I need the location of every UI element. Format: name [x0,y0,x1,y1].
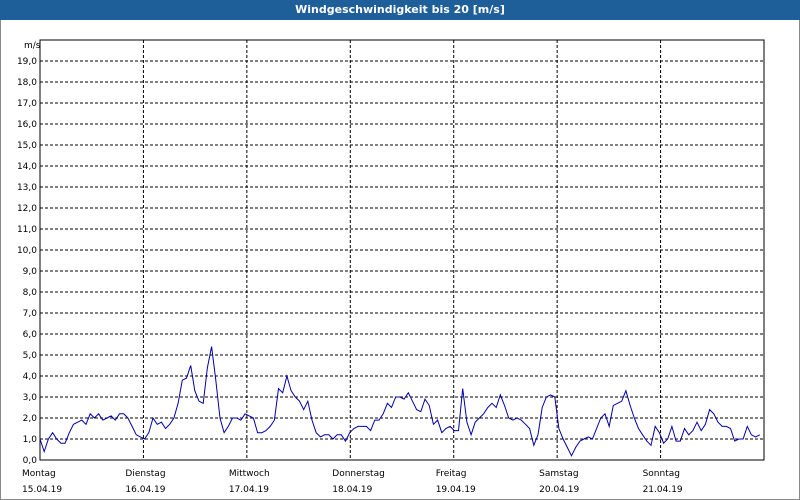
y-tick-label: 6,0 [23,330,38,340]
y-tick-label: 17,0 [17,99,37,109]
y-tick-labels: 0,0 1,0 2,0 3,0 4,0 5,0 6,0 7,0 8,0 9,0 10,0 11,0 12… [17,57,37,466]
y-tick-label: 12,0 [17,204,37,214]
y-tick-label: 0,0 [23,456,38,466]
wind-speed-chart: m/s 0,0 1,0 2,0 3,0 4,0 5,0 6,0 7,0 8,0 9,0 10,0 11… [17,39,765,495]
x-tick-date-label: 15.04.19 [22,485,62,495]
y-tick-label: 14,0 [17,162,37,172]
x-tick-date-label: 21.04.19 [643,485,683,495]
y-tick-label: 8,0 [23,288,38,298]
y-axis-unit-label: m/s [24,41,41,51]
y-tick-label: 13,0 [17,183,37,193]
y-tick-label: 16,0 [17,120,37,130]
y-tick-label: 7,0 [23,309,38,319]
y-tick-label: 3,0 [23,393,38,403]
y-tick-label: 1,0 [23,435,38,445]
y-tick-label: 19,0 [17,57,37,67]
y-tick-label: 2,0 [23,414,38,424]
grid-lines [40,40,764,460]
x-tick-date-label: 17.04.19 [229,485,269,495]
y-tick-label: 5,0 [23,351,38,361]
x-tick-day-label: Freitag [436,469,467,479]
x-tick-day-label: Donnerstag [332,469,385,479]
x-tick-date-label: 20.04.19 [539,485,579,495]
x-tick-date-label: 16.04.19 [125,485,165,495]
x-tick-day-label: Dienstag [125,469,165,479]
x-tick-day-label: Montag [22,469,56,479]
x-tick-date-label: 19.04.19 [436,485,476,495]
x-tick-labels: Montag 15.04.19 Dienstag 16.04.19 Mittwoch 17… [22,469,683,495]
y-tick-label: 18,0 [17,78,37,88]
y-tick-label: 10,0 [17,246,37,256]
x-tick-day-label: Sonntag [643,469,680,479]
x-tick-day-label: Mittwoch [229,469,270,479]
y-tick-label: 11,0 [17,225,37,235]
x-tick-day-label: Samstag [539,469,578,479]
y-tick-label: 15,0 [17,141,37,151]
x-tick-date-label: 18.04.19 [332,485,372,495]
y-tick-label: 9,0 [23,267,38,277]
y-tick-label: 4,0 [23,372,38,382]
